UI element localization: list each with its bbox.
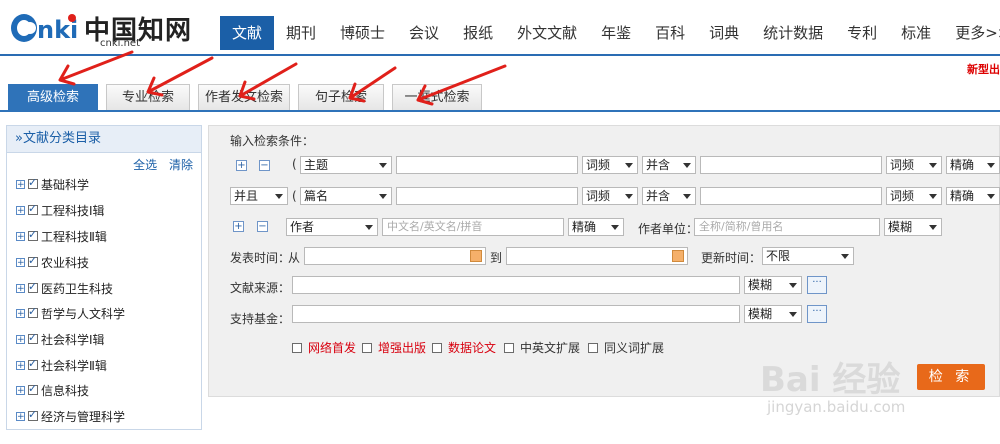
arrow-4 [348,66,397,103]
arrow-5 [416,64,507,106]
annotation-arrows [58,50,507,106]
arrow-3 [238,62,298,101]
arrow-1 [58,50,134,86]
arrow-2 [146,56,214,97]
